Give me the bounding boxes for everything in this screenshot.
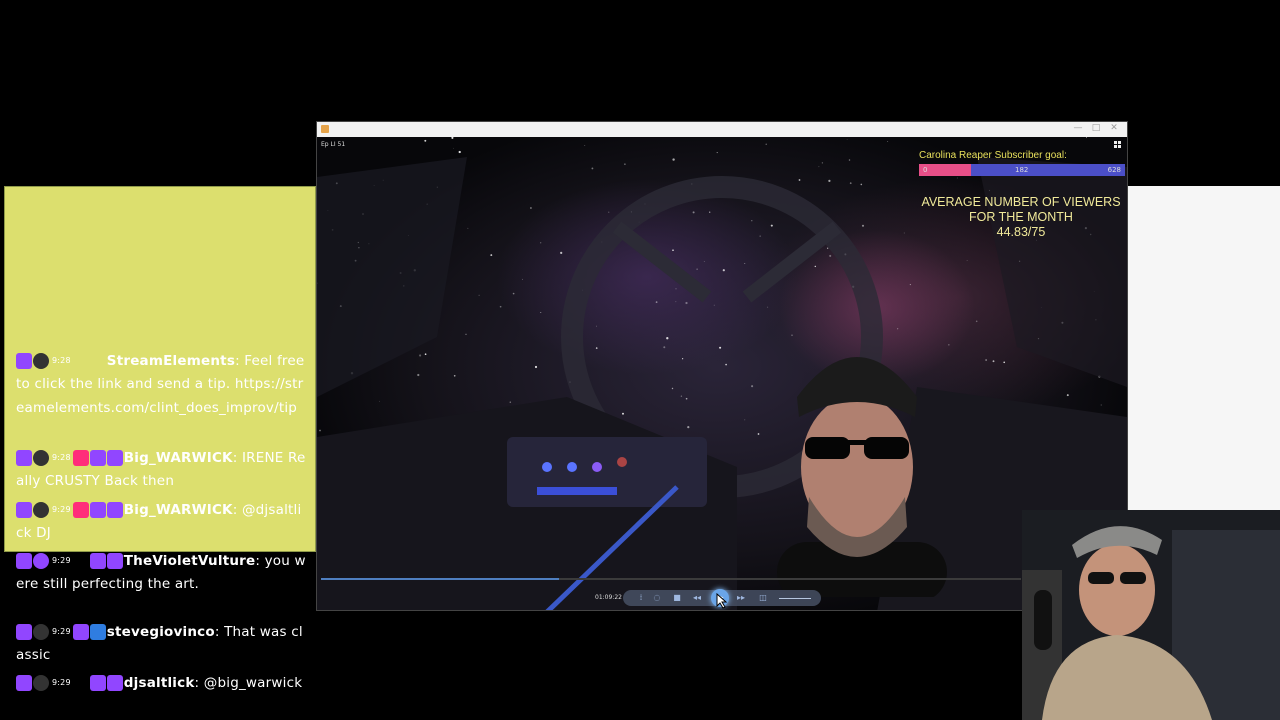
chat-text: @big_warwick	[199, 674, 303, 691]
chat-badge-icon	[89, 501, 106, 518]
chat-username[interactable]: djsaltlick	[124, 675, 195, 691]
stop-icon[interactable]: ■	[671, 592, 683, 604]
app-icon	[321, 125, 329, 133]
chat-message: 9:28 Big_WARWICK: IRENE Really CRUSTY Bac…	[16, 446, 306, 494]
chat-badge-icon	[33, 674, 49, 691]
chat-timestamp: 9:28	[52, 453, 71, 462]
chat-badge-icon	[73, 675, 89, 691]
chat-badge-icon	[72, 623, 89, 640]
chat-message: 9:29 djsaltlick: @big_warwick	[16, 671, 306, 695]
rewind-icon[interactable]: ◂◂	[691, 592, 703, 604]
chat-badge-icon	[90, 353, 106, 369]
side-panel	[1127, 186, 1280, 552]
seek-bar-fill	[321, 578, 559, 580]
facecam-person	[1022, 526, 1280, 720]
video-area[interactable]: Ep LI 51 Carolina Reaper Subscriber goal…	[317, 137, 1127, 610]
avg-line-1: AVERAGE NUMBER OF VIEWERS	[921, 195, 1121, 209]
close-icon[interactable]: ✕	[1107, 123, 1121, 133]
chat-badge-icon	[106, 552, 123, 569]
maximize-icon[interactable]: □	[1089, 123, 1103, 133]
chat-username[interactable]: StreamElements	[107, 353, 235, 369]
chat-badge-icon	[16, 623, 32, 640]
chat-badge-icon	[73, 353, 89, 369]
chat-timestamp: 9:29	[52, 627, 71, 636]
chat-badge-icon	[33, 449, 49, 466]
volume-icon[interactable]	[779, 598, 811, 599]
chat-badge-icon	[72, 449, 89, 466]
mouse-cursor-icon	[716, 593, 728, 609]
chat-username[interactable]: Big_WARWICK	[124, 450, 233, 466]
chat-badge-icon	[16, 449, 32, 466]
chat-badge-icon	[16, 501, 32, 518]
chat-badge-icon	[72, 501, 89, 518]
host-video	[777, 357, 947, 597]
grid-icon[interactable]	[1114, 141, 1123, 150]
media-player-window[interactable]: — □ ✕ Ep LI 51 Carolina Reaper Subscribe…	[316, 121, 1128, 611]
chat-badge-icon	[16, 352, 32, 369]
goal-progress-bar: 0 182 628	[919, 164, 1125, 176]
chat-badge-icon	[33, 623, 49, 640]
screenshot-icon[interactable]: ◫	[757, 592, 769, 604]
player-titlebar[interactable]: — □ ✕	[317, 122, 1127, 137]
chat-badge-icon	[89, 552, 106, 569]
chat-badge-icon	[16, 552, 32, 569]
chat-badge-icon	[33, 501, 49, 518]
chat-badge-icon	[16, 674, 32, 691]
chat-badge-icon	[89, 674, 106, 691]
chat-username[interactable]: Big_WARWICK	[124, 502, 233, 518]
average-viewers-overlay: AVERAGE NUMBER OF VIEWERS FOR THE MONTH …	[913, 195, 1127, 240]
chat-message: 9:28 StreamElements: Feel free to click t…	[16, 349, 306, 420]
avg-value: 44.83/75	[996, 225, 1046, 239]
chat-badge-icon	[33, 552, 49, 569]
chat-timestamp: 9:29	[52, 556, 71, 565]
video-title-label: Ep LI 51	[321, 141, 346, 148]
chat-username[interactable]: TheVioletVulture	[124, 553, 256, 569]
time-label: 01:09:22	[595, 594, 622, 601]
chat-badge-icon	[89, 449, 106, 466]
loop-icon[interactable]: ◌	[651, 592, 663, 604]
goal-current: 182	[1015, 166, 1029, 174]
chat-timestamp: 9:29	[52, 505, 71, 514]
chat-message: 9:29 Big_WARWICK: @djsaltlick DJ	[16, 498, 306, 546]
chat-badge-icon	[89, 623, 106, 640]
chat-badge-icon	[106, 501, 123, 518]
avg-line-2: FOR THE MONTH	[969, 210, 1073, 224]
chat-username[interactable]: stevegiovinco	[107, 624, 215, 640]
seek-bar[interactable]	[321, 578, 1021, 580]
goal-title: Carolina Reaper Subscriber goal:	[919, 150, 1067, 161]
goal-target: 628	[1107, 166, 1121, 174]
chat-badge-icon	[106, 674, 123, 691]
chat-badge-icon	[106, 449, 123, 466]
chat-timestamp: 9:28	[52, 356, 71, 365]
chat-message: 9:29 stevegiovinco: That was classic	[16, 620, 306, 668]
chat-timestamp: 9:29	[52, 678, 71, 687]
chapter-icon[interactable]: ⁞	[635, 592, 647, 604]
chat-message: 9:29 TheVioletVulture: you were still per…	[16, 549, 306, 597]
goal-start: 0	[923, 166, 928, 174]
forward-icon[interactable]: ▸▸	[735, 592, 747, 604]
minimize-icon[interactable]: —	[1071, 123, 1085, 133]
facecam-video	[1022, 510, 1280, 720]
chat-badge-icon	[73, 553, 89, 569]
chat-badge-icon	[33, 352, 49, 369]
